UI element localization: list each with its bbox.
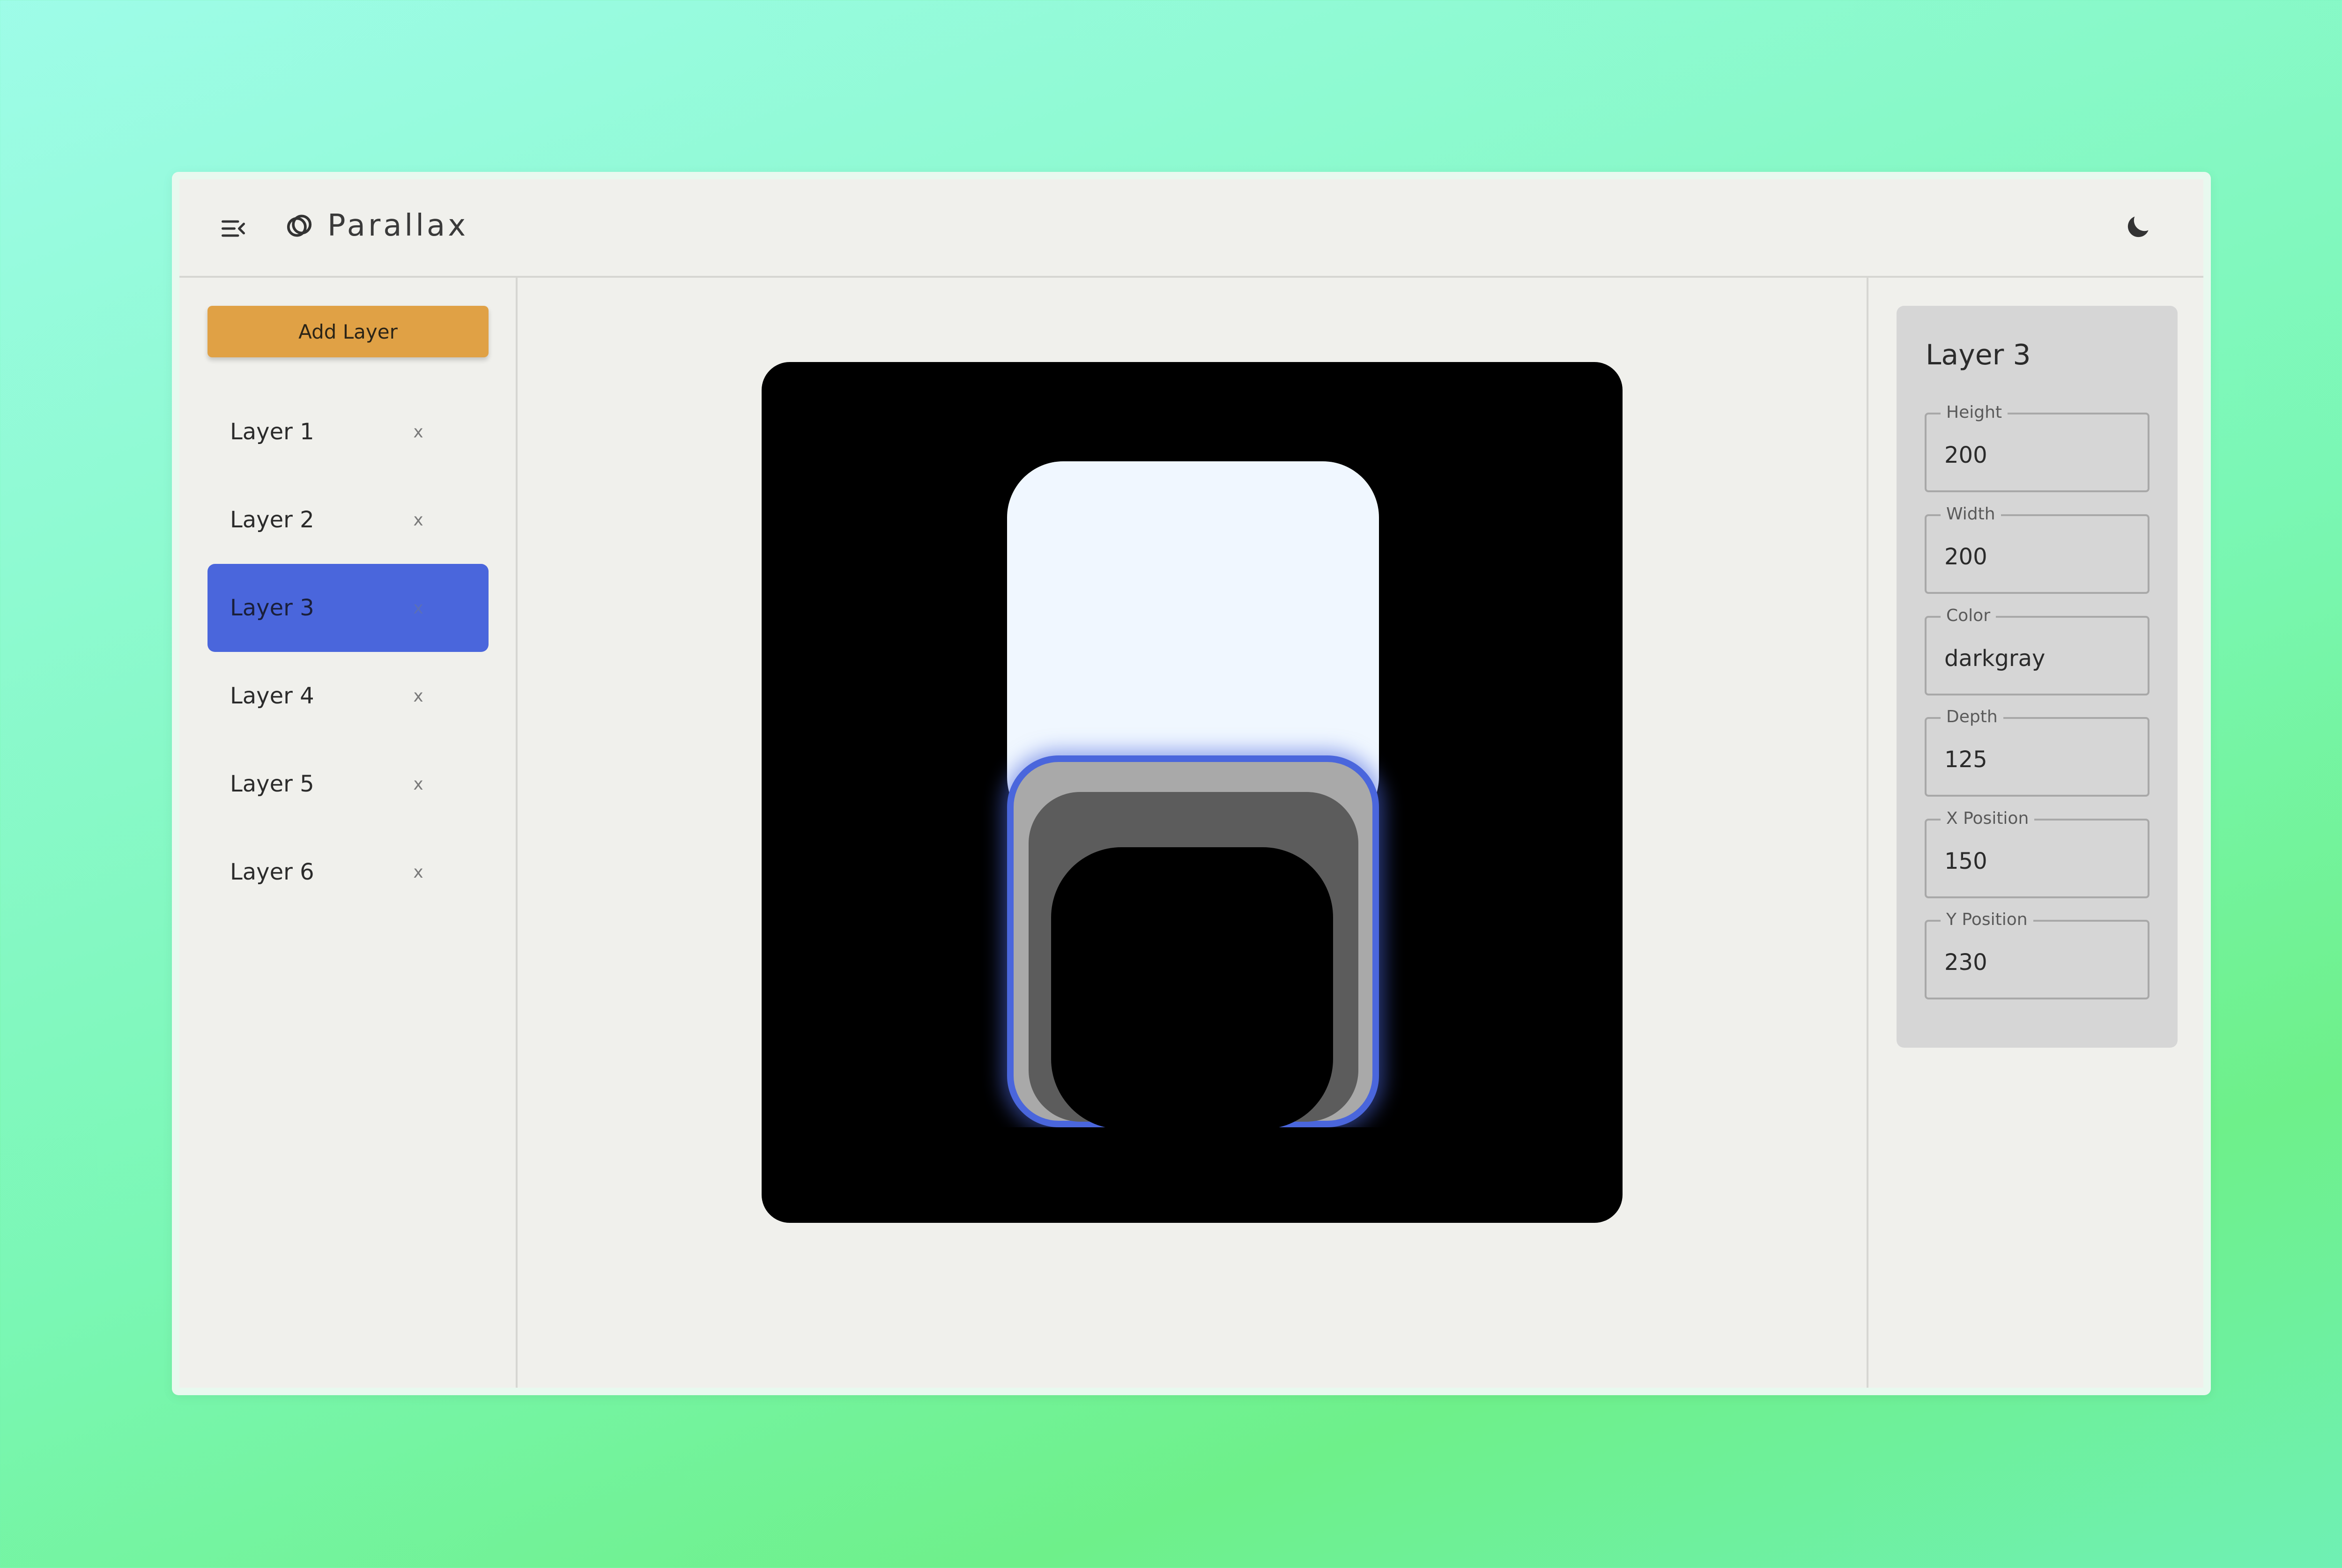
app-window: Parallax Add Layer Layer 1 x Layer 2 x L… bbox=[172, 172, 2211, 1395]
properties-column: Layer 3 Height Width Color Depth X Posit… bbox=[1867, 278, 2203, 1388]
layer-item-label: Layer 5 bbox=[230, 771, 314, 797]
width-field[interactable]: Width bbox=[1925, 504, 2149, 594]
layer-item-6[interactable]: Layer 6 x bbox=[208, 828, 489, 916]
layer-item-label: Layer 1 bbox=[230, 419, 314, 445]
layer-5-shape[interactable] bbox=[1051, 847, 1333, 1129]
remove-layer-button[interactable]: x bbox=[404, 770, 432, 798]
layer-item-label: Layer 3 bbox=[230, 595, 314, 621]
width-input[interactable] bbox=[1944, 540, 2132, 573]
canvas-area bbox=[518, 278, 1867, 1388]
layer-list: Layer 1 x Layer 2 x Layer 3 x Layer 4 x … bbox=[208, 388, 489, 916]
moon-icon bbox=[2127, 216, 2149, 237]
layers-sidebar: Add Layer Layer 1 x Layer 2 x Layer 3 x … bbox=[179, 278, 518, 1388]
linked-rings-icon bbox=[282, 209, 316, 243]
height-field[interactable]: Height bbox=[1925, 402, 2149, 492]
y-position-field[interactable]: Y Position bbox=[1925, 910, 2149, 999]
remove-layer-button[interactable]: x bbox=[404, 858, 432, 886]
color-label: Color bbox=[1941, 606, 1996, 626]
properties-panel: Layer 3 Height Width Color Depth X Posit… bbox=[1897, 306, 2178, 1048]
remove-layer-button[interactable]: x bbox=[404, 682, 432, 710]
layer-item-label: Layer 4 bbox=[230, 683, 314, 709]
layer-item-label: Layer 6 bbox=[230, 859, 314, 885]
properties-title: Layer 3 bbox=[1926, 339, 2031, 371]
x-position-label: X Position bbox=[1941, 808, 2035, 829]
collapse-menu-icon bbox=[222, 220, 245, 237]
x-position-field[interactable]: X Position bbox=[1925, 808, 2149, 898]
layer-item-1[interactable]: Layer 1 x bbox=[208, 388, 489, 476]
height-input[interactable] bbox=[1944, 439, 2132, 472]
width-label: Width bbox=[1941, 504, 2001, 525]
app-title: Parallax bbox=[327, 208, 469, 243]
add-layer-button[interactable]: Add Layer bbox=[208, 306, 489, 357]
layer-item-label: Layer 2 bbox=[230, 507, 314, 533]
parallax-stage[interactable] bbox=[762, 362, 1623, 1223]
color-field[interactable]: Color bbox=[1925, 606, 2149, 695]
layer-item-5[interactable]: Layer 5 x bbox=[208, 740, 489, 828]
height-label: Height bbox=[1941, 402, 2008, 423]
depth-label: Depth bbox=[1941, 707, 2003, 727]
y-position-input[interactable] bbox=[1944, 946, 2132, 979]
remove-layer-button[interactable]: x bbox=[404, 418, 432, 446]
layer-item-4[interactable]: Layer 4 x bbox=[208, 652, 489, 740]
color-input[interactable] bbox=[1944, 642, 2132, 675]
app-logo: Parallax bbox=[282, 208, 468, 243]
theme-toggle-button[interactable] bbox=[2119, 208, 2157, 246]
header: Parallax bbox=[179, 179, 2203, 278]
layer-item-3[interactable]: Layer 3 x bbox=[208, 564, 489, 652]
y-position-label: Y Position bbox=[1941, 910, 2033, 930]
layer-item-2[interactable]: Layer 2 x bbox=[208, 476, 489, 564]
collapse-menu-button[interactable] bbox=[217, 212, 250, 245]
depth-field[interactable]: Depth bbox=[1925, 707, 2149, 797]
x-position-input[interactable] bbox=[1944, 845, 2132, 878]
remove-layer-button[interactable]: x bbox=[404, 506, 432, 534]
remove-layer-button[interactable]: x bbox=[404, 594, 432, 622]
depth-input[interactable] bbox=[1944, 743, 2132, 776]
